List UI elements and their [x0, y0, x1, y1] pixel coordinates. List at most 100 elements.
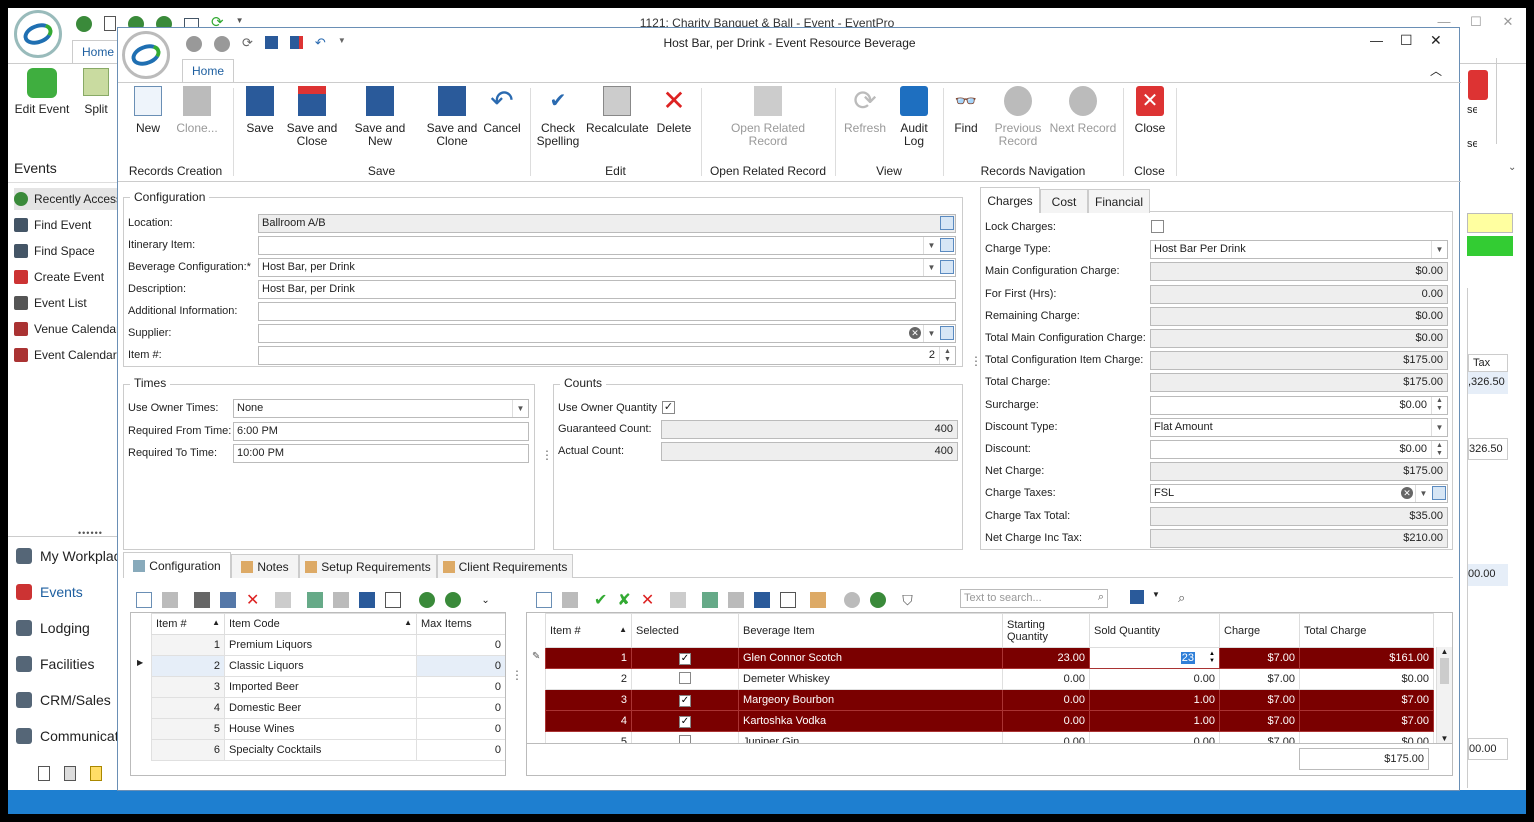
lookup-icon[interactable] — [940, 216, 954, 230]
recalculate-button[interactable]: Recalculate — [586, 86, 649, 135]
tab-client-requirements[interactable]: Client Requirements — [437, 554, 573, 578]
save-button[interactable]: Save — [242, 86, 278, 135]
table-row[interactable]: 4 ✓ Kartoshka Vodka 0.00 1.00 $7.00 $7.00 — [545, 710, 1434, 732]
side-item-recently-accessed[interactable]: Recently Accessed — [14, 188, 130, 210]
uncheck-all-icon[interactable]: ✘ — [617, 590, 630, 610]
use-owner-times-dropdown[interactable]: None ▼ — [233, 399, 529, 418]
clipboard-icon[interactable] — [38, 766, 50, 781]
item-number-spinner[interactable]: 2 ▲ ▼ — [258, 346, 956, 365]
lookup-icon[interactable] — [940, 260, 954, 274]
audit-log-button[interactable]: Audit Log — [894, 86, 934, 148]
nav-crm-sales[interactable]: CRM/Sales — [16, 692, 128, 708]
find-in-grid-icon[interactable]: ⌕ — [1178, 590, 1185, 606]
chevron-down-icon[interactable]: ▼ — [1415, 485, 1431, 503]
col-sold-quantity[interactable]: Sold Quantity — [1089, 613, 1220, 648]
lookup-icon[interactable] — [940, 326, 954, 340]
selected-checkbox[interactable]: ✓ — [679, 652, 691, 665]
charge-type-dropdown[interactable]: Host Bar Per Drink ▼ — [1150, 240, 1448, 260]
table-row[interactable]: 3 Imported Beer 0 — [151, 676, 505, 698]
search-input[interactable]: Text to search... ⌕ — [960, 589, 1108, 608]
col-item-number[interactable]: Item # ▲ — [151, 613, 225, 635]
col-selected[interactable]: Selected — [631, 613, 739, 648]
maximize-icon[interactable]: ☐ — [1464, 14, 1488, 30]
split-button[interactable]: Split — [78, 68, 114, 116]
chevron-down-icon[interactable]: ▼ — [1152, 590, 1160, 599]
description-field[interactable]: Host Bar, per Drink — [258, 280, 956, 299]
collapse-ribbon-icon[interactable]: ︿ — [1430, 62, 1442, 79]
col-item-code[interactable]: Item Code ▲ — [224, 613, 417, 635]
new-button[interactable]: New — [130, 86, 166, 135]
spinner-icon[interactable]: ▲ ▼ — [939, 347, 955, 364]
scroll-thumb[interactable] — [1440, 658, 1449, 684]
record-icon[interactable] — [754, 592, 771, 608]
required-from-time-field[interactable]: 6:00 PM — [233, 422, 529, 441]
chevron-down-icon[interactable]: ▼ — [1431, 241, 1447, 259]
stack-icon[interactable] — [275, 592, 292, 608]
clear-icon[interactable]: ✕ — [909, 327, 921, 339]
yellow-field[interactable] — [1467, 213, 1513, 233]
use-owner-quantity-checkbox[interactable]: ✓ — [662, 401, 675, 414]
additional-information-field[interactable] — [258, 302, 956, 321]
splitter-grip[interactable]: ⋮ — [511, 668, 523, 682]
copy-dropdown-icon[interactable] — [702, 592, 719, 608]
location-field[interactable]: Ballroom A/B — [258, 214, 956, 233]
delete-x-icon[interactable]: ✕ — [641, 590, 654, 610]
lookup-icon[interactable] — [940, 238, 954, 252]
nav-my-workplace[interactable]: My Workplace — [16, 548, 128, 564]
record-icon[interactable] — [359, 592, 376, 608]
inner-tab-home[interactable]: Home — [182, 59, 234, 83]
beverage-configuration-dropdown[interactable]: Host Bar, per Drink ▼ — [258, 258, 956, 277]
spinner-icon[interactable]: ▲ ▼ — [1209, 651, 1215, 665]
close-icon[interactable] — [1468, 70, 1488, 100]
side-item-find-event[interactable]: Find Event — [14, 214, 130, 236]
side-item-find-space[interactable]: Find Space — [14, 240, 130, 262]
stack-icon[interactable] — [670, 592, 687, 608]
chevron-down-icon[interactable]: ▼ — [923, 325, 939, 342]
chevron-down-icon[interactable]: ⌄ — [481, 595, 489, 606]
scroll-down-icon[interactable]: ▼ — [1437, 734, 1452, 743]
tab-charges[interactable]: Charges — [980, 187, 1040, 213]
open-related-record-button[interactable]: Open Related Record — [728, 86, 808, 148]
col-item-number[interactable]: Item # ▲ — [545, 613, 632, 648]
selected-checkbox[interactable] — [679, 734, 691, 743]
supplier-dropdown[interactable]: ✕ ▼ — [258, 324, 956, 343]
close-icon[interactable]: ✕ — [1496, 14, 1520, 30]
calculator-icon[interactable] — [64, 766, 76, 781]
next-record-button[interactable]: Next Record — [1048, 86, 1118, 135]
col-charge[interactable]: Charge — [1219, 613, 1300, 648]
check-all-icon[interactable]: ✔ — [594, 590, 607, 610]
print-icon[interactable] — [194, 592, 210, 608]
maximize-icon[interactable]: ☐ — [1400, 32, 1413, 49]
spinner-icon[interactable]: ▲ ▼ — [1431, 441, 1447, 458]
save-and-new-button[interactable]: Save and New — [342, 86, 418, 148]
lookup-icon[interactable] — [1432, 486, 1446, 501]
notes-icon[interactable] — [90, 766, 102, 781]
chevron-down-icon[interactable]: ▼ — [512, 400, 528, 417]
col-total-charge[interactable]: Total Charge — [1299, 613, 1434, 648]
link-icon[interactable] — [333, 592, 350, 608]
nav-lodging[interactable]: Lodging — [16, 620, 128, 636]
list-icon[interactable] — [780, 592, 797, 608]
side-item-create-event[interactable]: Create Event — [14, 266, 130, 288]
tab-configuration[interactable]: Configuration — [123, 552, 231, 578]
vertical-scrollbar[interactable]: ▲ ▼ — [1436, 647, 1452, 743]
splitter-grip[interactable]: ⋮ — [541, 448, 553, 462]
move-up-icon[interactable] — [419, 592, 436, 608]
side-item-event-list[interactable]: Event List — [14, 292, 130, 314]
side-item-event-calendar[interactable]: Event Calendar — [14, 344, 130, 366]
col-max-items[interactable]: Max Items — [416, 613, 505, 635]
minimize-icon[interactable]: — — [1370, 33, 1383, 48]
chevron-down-icon[interactable]: ▼ — [923, 259, 939, 276]
nav-facilities[interactable]: Facilities — [16, 656, 128, 672]
delete-x-icon[interactable]: ✕ — [246, 590, 259, 610]
search-icon[interactable]: ⌕ — [1098, 591, 1104, 604]
edit-event-button[interactable]: Edit Event — [14, 68, 70, 116]
selected-checkbox[interactable]: ✓ — [679, 715, 691, 728]
close-icon[interactable]: ✕ — [1430, 32, 1442, 49]
cancel-button[interactable]: ↶ Cancel — [482, 86, 522, 135]
table-row[interactable]: 2 Demeter Whiskey 0.00 0.00 $7.00 $0.00 — [545, 668, 1434, 690]
previous-record-button[interactable]: Previous Record — [990, 86, 1046, 148]
chevron-down-icon[interactable]: ▼ — [923, 237, 939, 254]
table-row[interactable]: 1 Premium Liquors 0 — [151, 634, 505, 656]
discount-type-dropdown[interactable]: Flat Amount ▼ — [1150, 417, 1448, 437]
